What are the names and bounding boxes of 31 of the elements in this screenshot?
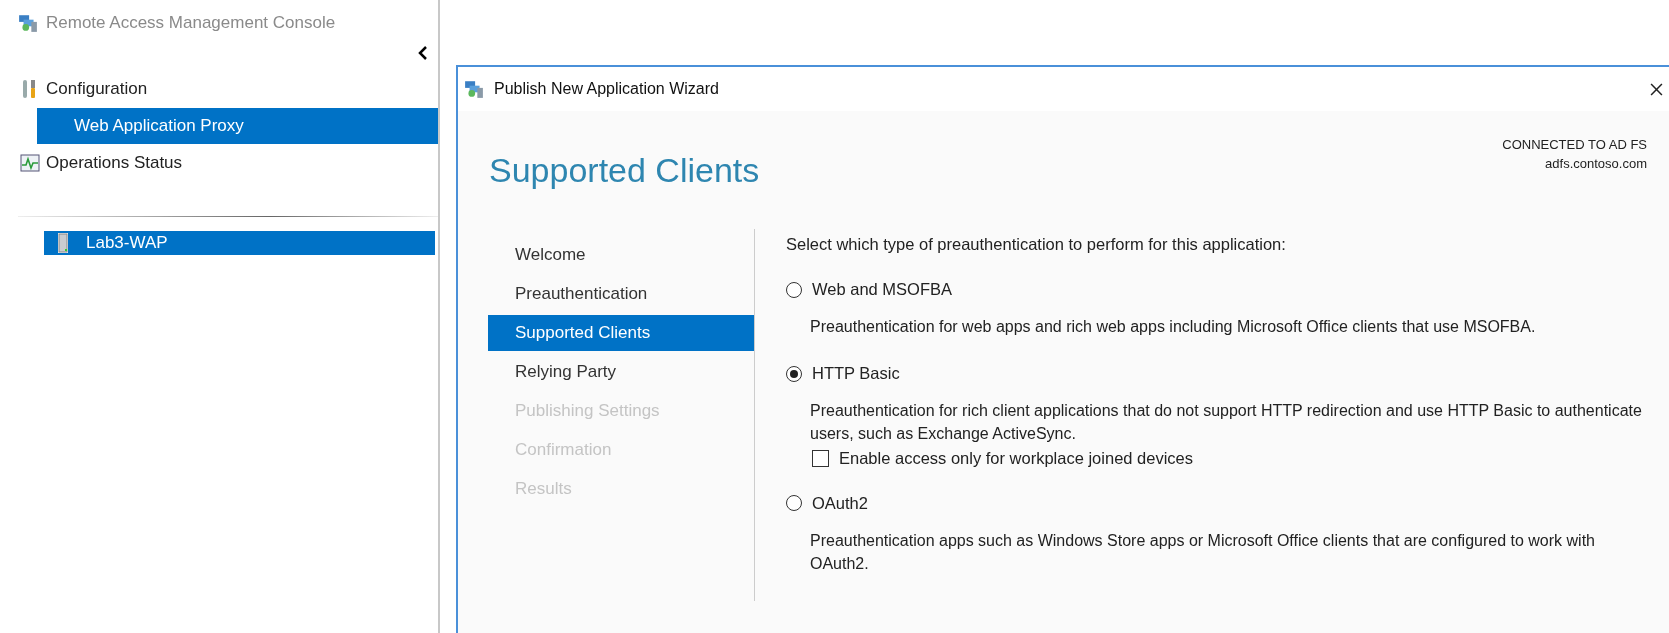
app-title: Remote Access Management Console bbox=[46, 12, 336, 33]
radio-button[interactable] bbox=[786, 495, 802, 512]
connection-label: CONNECTED TO AD FS bbox=[1502, 137, 1647, 152]
server-icon bbox=[58, 233, 68, 253]
chart-icon bbox=[20, 153, 40, 173]
page-heading: Supported Clients bbox=[489, 151, 760, 190]
checkbox-label[interactable]: Enable access only for workplace joined devices bbox=[839, 448, 1194, 468]
server-item[interactable]: Lab3-WAP bbox=[44, 231, 435, 255]
sidebar-item[interactable]: Configuration bbox=[0, 70, 438, 108]
wizard-step[interactable]: Supported Clients bbox=[488, 315, 754, 351]
wizard-step[interactable]: Welcome bbox=[488, 237, 754, 273]
option-description: Preauthentication for rich client applications that do not support HTTP redirection and use HTTP Basic to authenticate users, such as Exchange ActiveSync. bbox=[810, 401, 1643, 445]
computers-icon bbox=[18, 12, 38, 33]
option-label[interactable]: HTTP Basic bbox=[812, 364, 900, 384]
wizard-step[interactable]: Preauthentication bbox=[488, 276, 754, 312]
radio-button[interactable] bbox=[786, 281, 802, 298]
option-description: Preauthentication for web apps and rich web apps including Microsoft Office clients that use MSOFBA. bbox=[810, 317, 1537, 337]
window-title: Publish New Application Wizard bbox=[494, 80, 720, 98]
option-label[interactable]: Web and MSOFBA bbox=[812, 280, 952, 299]
option-description: Preauthentication apps such as Windows Store apps or Microsoft Office clients that are configured to work with OAuth2. bbox=[810, 530, 1596, 574]
close-icon[interactable] bbox=[1650, 82, 1663, 96]
instruction-text: Select which type of preauthentication to perform for this application: bbox=[786, 235, 1287, 254]
wizard-step[interactable]: Relying Party bbox=[488, 354, 754, 390]
checkbox[interactable] bbox=[812, 449, 829, 467]
option-label[interactable]: OAuth2 bbox=[812, 493, 868, 513]
collapse-icon[interactable] bbox=[418, 46, 428, 60]
sidebar-item[interactable]: Web Application Proxy bbox=[37, 108, 438, 144]
connection-server: adfs.contoso.com bbox=[1545, 156, 1647, 171]
computers-icon bbox=[464, 79, 484, 99]
radio-button[interactable] bbox=[786, 365, 802, 382]
sidebar-item[interactable]: Operations Status bbox=[0, 144, 438, 182]
